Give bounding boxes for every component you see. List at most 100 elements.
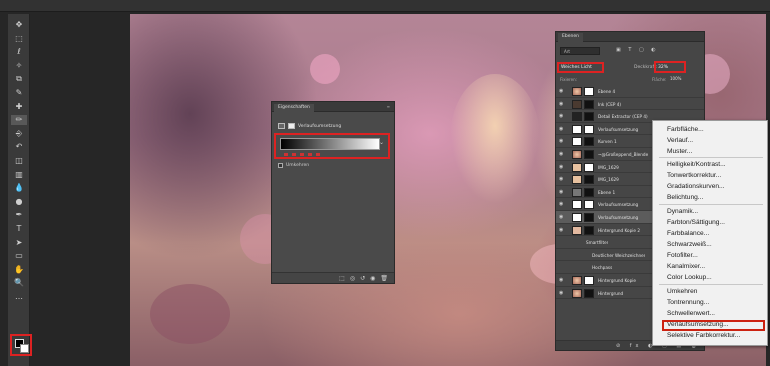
layer-name: Ebene 4 [598, 89, 616, 94]
layer-filter[interactable]: Art [560, 47, 600, 55]
layer-row[interactable]: ◉ Ebene 4 [556, 85, 704, 98]
eye-icon[interactable]: ◉ [559, 176, 565, 182]
reset-icon[interactable]: ↺ [360, 275, 365, 282]
layer-name: Detail Extractor (CEP 4) [598, 114, 648, 120]
dodge-icon[interactable]: ● [11, 197, 27, 207]
magic-wand-icon[interactable]: ✧ [11, 61, 27, 71]
menu-item[interactable]: Schwarzweiß... [667, 241, 712, 248]
clip-icon[interactable]: ⬚ [339, 275, 345, 282]
layer-thumbnail [572, 225, 582, 235]
path-select-icon[interactable]: ➤ [11, 238, 27, 248]
eye-icon[interactable]: ◉ [559, 164, 565, 170]
eyedropper-icon[interactable]: ✎ [11, 88, 27, 98]
eye-icon[interactable]: ◉ [559, 201, 565, 207]
type-icon[interactable]: T [11, 224, 27, 234]
more-icon[interactable]: … [11, 292, 27, 302]
pen-icon[interactable]: ✒ [11, 210, 27, 220]
mask-icon[interactable] [288, 123, 295, 129]
eye-icon[interactable]: ◉ [559, 138, 565, 144]
adjustment-menu: Farbfläche... Verlauf... Muster... Helligke… [652, 120, 768, 346]
zoom-icon[interactable]: 🔍 [11, 278, 27, 288]
chevron-down-icon[interactable]: ⌄ [379, 139, 384, 146]
menu-item-highlight [662, 320, 765, 331]
menu-item[interactable]: Tonwertkorrektur... [667, 172, 721, 179]
eye-icon[interactable]: ◉ [559, 290, 565, 296]
eye-icon[interactable]: ◉ [559, 88, 565, 94]
color-swatches[interactable] [10, 334, 32, 356]
menu-item[interactable]: Farbton/Sättigung... [667, 219, 725, 226]
layer-name: Deutlicher Weichzeichner [592, 252, 646, 258]
menu-item[interactable]: Belichtung... [667, 194, 703, 201]
top-strip [0, 0, 770, 12]
eye-icon[interactable]: ◉ [559, 189, 565, 195]
view-previous-icon[interactable]: ◎ [350, 275, 355, 282]
fill-label: Fläche: [652, 77, 667, 82]
layer-name: Verlaufsumsetzung [598, 202, 639, 208]
brush-icon[interactable]: ✏ [11, 115, 27, 126]
visibility-icon[interactable]: ◉ [370, 275, 375, 282]
trash-icon[interactable]: 🗑 [380, 275, 388, 282]
stamp-icon[interactable]: ⎆ [11, 129, 27, 139]
menu-item[interactable]: Color Lookup... [667, 274, 712, 281]
eye-icon[interactable]: ◉ [559, 227, 565, 233]
healing-brush-icon[interactable]: ✚ [11, 102, 27, 112]
layer-name: Hintergrund [598, 290, 624, 296]
reverse-checkbox[interactable] [278, 163, 283, 168]
menu-item[interactable]: Kanalmixer... [667, 263, 705, 270]
layer-thumbnail [572, 162, 582, 172]
hand-icon[interactable]: ✋ [11, 265, 27, 275]
panel-menu-icon[interactable]: ≡ [387, 104, 390, 109]
layer-thumbnail [572, 200, 582, 210]
portrait-subject [450, 74, 540, 204]
reverse-label: Umkehren [286, 163, 310, 168]
gradient-icon[interactable]: ▥ [11, 170, 27, 180]
menu-item[interactable]: Farbfläche... [667, 126, 704, 133]
eye-icon[interactable]: ◉ [559, 277, 565, 283]
eraser-icon[interactable]: ◫ [11, 156, 27, 166]
shape-icon[interactable]: ▭ [11, 251, 27, 261]
layer-name: Verlaufsumsetzung [598, 214, 639, 220]
adjustment-icon [278, 123, 285, 129]
eye-icon[interactable]: ◉ [559, 214, 565, 220]
lasso-icon[interactable]: ℓ [11, 47, 27, 57]
menu-item[interactable]: Farbbalance... [667, 230, 709, 237]
fill-field[interactable]: 100% [670, 76, 681, 81]
layer-mask-thumbnail [584, 124, 594, 134]
gradient-preview[interactable] [280, 138, 380, 150]
background-color[interactable] [20, 344, 29, 353]
move-icon[interactable]: ✥ [11, 20, 27, 30]
menu-item[interactable]: Helligkeit/Kontrast... [667, 161, 726, 168]
history-brush-icon[interactable]: ↶ [11, 142, 27, 152]
menu-item[interactable]: Schwellenwert... [667, 310, 715, 317]
layer-row[interactable]: ◉ Ink (CEP 4) [556, 98, 704, 111]
opacity-field[interactable]: 32% [658, 65, 668, 70]
layer-name: Kurven 1 [598, 139, 617, 145]
layer-mask-thumbnail [584, 187, 594, 197]
crop-icon[interactable]: ⧉ [11, 74, 27, 84]
menu-item[interactable]: Umkehren [667, 288, 697, 295]
layer-thumbnail [572, 124, 582, 134]
eye-icon[interactable]: ◉ [559, 113, 565, 119]
menu-item[interactable]: Dynamik... [667, 208, 698, 215]
menu-item[interactable]: Verlauf... [667, 137, 693, 144]
layer-mask-thumbnail [584, 225, 594, 235]
layer-thumbnail [572, 187, 582, 197]
properties-tab[interactable]: Eigenschaften [274, 104, 314, 113]
eye-icon[interactable]: ◉ [559, 126, 565, 132]
blur-icon[interactable]: 💧 [11, 183, 27, 193]
layers-tab[interactable]: Ebenen [558, 33, 583, 42]
marquee-icon[interactable]: ⬚ [11, 34, 27, 44]
menu-item[interactable]: Tontrennung... [667, 299, 709, 306]
eye-icon[interactable]: ◉ [559, 151, 565, 157]
layer-mask-thumbnail [584, 162, 594, 172]
blend-mode-select[interactable]: Weiches Licht [561, 65, 592, 70]
menu-item[interactable]: Selektive Farbkorrektur... [667, 332, 740, 339]
eye-icon[interactable]: ◉ [559, 101, 565, 107]
filter-icons[interactable]: ▣ T ▢ ◐ [616, 47, 659, 53]
menu-item[interactable]: Fotofilter... [667, 252, 698, 259]
properties-panel: Eigenschaften ≡ Verlaufsumsetzung ⌄ Umke… [271, 101, 395, 284]
menu-item[interactable]: Muster... [667, 148, 692, 155]
layer-name: Smartfilter [586, 240, 609, 246]
layer-name: ~@Großeppend_Blende [598, 151, 649, 157]
menu-item[interactable]: Gradationskurven... [667, 183, 725, 190]
